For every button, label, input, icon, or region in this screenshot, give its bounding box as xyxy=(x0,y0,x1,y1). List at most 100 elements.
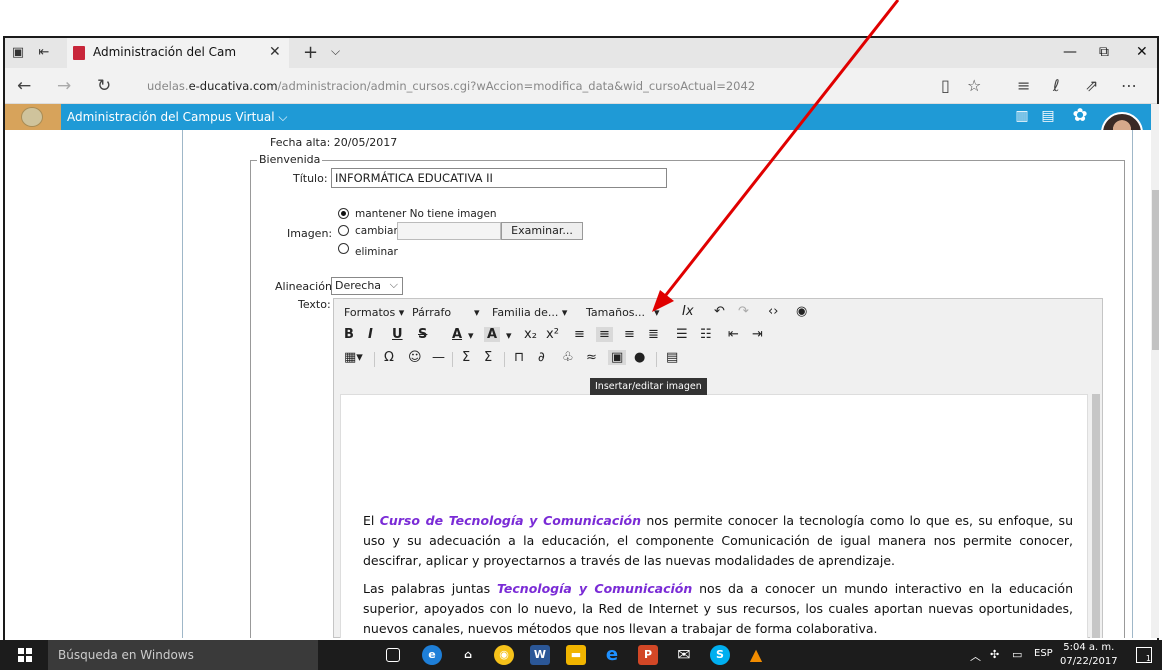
taskbar-clock[interactable]: 5:04 a. m. 07/22/2017 xyxy=(1060,641,1118,669)
superscript-icon[interactable]: x² xyxy=(546,327,559,342)
unlink-icon[interactable]: ♧ xyxy=(562,350,574,365)
formula-icon[interactable]: Σ xyxy=(462,350,470,365)
page-scrollbar-thumb[interactable] xyxy=(1152,190,1159,350)
gear-icon[interactable]: ✿ xyxy=(1071,107,1089,125)
clear-formatting-icon[interactable]: Ix xyxy=(682,304,694,319)
align-right-icon[interactable]: ≡ xyxy=(624,327,635,342)
browse-button[interactable]: Examinar... xyxy=(501,222,583,240)
tab-close-icon[interactable]: ✕ xyxy=(269,44,281,60)
vlc-cone-icon[interactable]: ▲ xyxy=(746,645,766,665)
math-editor-icon[interactable]: Σ xyxy=(484,350,492,365)
media-icon[interactable]: ● xyxy=(634,350,645,365)
subscript-icon[interactable]: x₂ xyxy=(524,327,537,342)
restore-button[interactable]: ⧉ xyxy=(1099,44,1109,60)
preview-eye-icon[interactable]: ◉ xyxy=(796,304,807,319)
briefcase-icon[interactable]: ▤ xyxy=(1039,107,1057,125)
bookmark-icon[interactable]: ⊓ xyxy=(514,350,524,365)
anchor-icon[interactable]: ≈ xyxy=(586,350,597,365)
campus-logo[interactable] xyxy=(5,104,61,130)
app-title-menu[interactable]: Administración del Campus Virtual ⌵ xyxy=(67,110,288,125)
p1-lead: El xyxy=(363,513,380,528)
table-icon[interactable]: ▦▾ xyxy=(344,350,363,365)
page-scrollbar[interactable] xyxy=(1151,104,1159,638)
close-window-button[interactable]: ✕ xyxy=(1136,44,1148,60)
redo-icon[interactable]: ↷ xyxy=(738,304,749,319)
more-options-icon[interactable]: ⋯ xyxy=(1121,76,1137,95)
powerpoint-icon[interactable]: P xyxy=(638,645,658,665)
source-code-icon[interactable]: ‹› xyxy=(768,304,778,319)
horizontal-line-icon[interactable]: — xyxy=(432,350,445,365)
editor-scrollbar-thumb[interactable] xyxy=(1092,394,1100,638)
background-color-icon[interactable]: A xyxy=(484,327,501,342)
numbered-list-icon[interactable]: ☷ xyxy=(700,327,712,342)
template-icon[interactable]: ▤ xyxy=(666,350,678,365)
set-aside-tabs-icon[interactable]: ⇤ xyxy=(35,44,53,62)
refresh-icon[interactable]: ↻ xyxy=(97,76,111,96)
outdent-icon[interactable]: ⇤ xyxy=(728,327,739,342)
alineacion-select[interactable]: Derecha ⌵ xyxy=(331,277,403,295)
link-icon[interactable]: ∂ xyxy=(538,350,545,365)
align-justify-icon[interactable]: ≣ xyxy=(648,327,659,342)
tamanos-menu[interactable]: Tamaños... xyxy=(586,306,645,319)
task-view-icon[interactable] xyxy=(386,648,400,662)
tab-list-chevron-icon[interactable]: ⌵ xyxy=(331,44,340,59)
file-path-field[interactable] xyxy=(397,222,501,240)
windows-search-box[interactable]: Búsqueda en Windows xyxy=(48,640,318,670)
undo-icon[interactable]: ↶ xyxy=(714,304,725,319)
tab-preview-icon[interactable]: ▣ xyxy=(9,44,27,62)
strikethrough-icon[interactable]: S xyxy=(418,327,427,342)
radio-eliminar[interactable] xyxy=(338,243,349,254)
bullet-list-icon[interactable]: ☰ xyxy=(676,327,688,342)
underline-icon[interactable]: U xyxy=(392,327,403,342)
forward-arrow-icon[interactable]: → xyxy=(57,76,71,96)
action-center-icon[interactable]: 1 xyxy=(1136,647,1152,663)
editor-toolbar-row-1: Formatos ▾ Párrafo ▾ Familia de... ▾ Tam… xyxy=(334,303,1102,325)
url-prefix: udelas. xyxy=(147,79,189,93)
parrafo-menu[interactable]: Párrafo xyxy=(412,306,451,319)
favorite-star-icon[interactable]: ☆ xyxy=(967,76,981,95)
store-bag-icon[interactable]: ⌂ xyxy=(458,645,478,665)
windows-start-icon[interactable] xyxy=(18,648,32,662)
italic-icon[interactable]: I xyxy=(368,327,373,342)
share-icon[interactable]: ⇗ xyxy=(1085,76,1098,95)
align-left-icon[interactable]: ≡ xyxy=(574,327,585,342)
editor-content-area[interactable]: El Curso de Tecnología y Comunicación no… xyxy=(340,394,1088,638)
indent-icon[interactable]: ⇥ xyxy=(752,327,763,342)
insert-image-icon[interactable]: ▣ xyxy=(608,350,627,365)
browser-tab[interactable]: Administración del Cam ✕ xyxy=(67,38,289,68)
radio-cambiar[interactable] xyxy=(338,225,349,236)
formatos-menu[interactable]: Formatos ▾ xyxy=(344,306,404,319)
internet-explorer-icon[interactable]: e xyxy=(602,645,622,665)
mail-icon[interactable]: ✉ xyxy=(674,645,694,665)
familia-menu[interactable]: Familia de... ▾ xyxy=(492,306,567,319)
new-tab-button[interactable]: + xyxy=(303,42,318,63)
align-center-icon[interactable]: ≡ xyxy=(596,327,613,342)
minimize-button[interactable]: — xyxy=(1063,44,1077,60)
titulo-input[interactable]: INFORMÁTICA EDUCATIVA II xyxy=(331,168,667,188)
reading-view-icon[interactable]: ▯ xyxy=(941,76,950,95)
hub-icon[interactable]: ≡ xyxy=(1017,76,1030,95)
url-field[interactable]: udelas.e-ducativa.com/administracion/adm… xyxy=(147,79,755,93)
battery-icon[interactable]: ▭ xyxy=(1012,648,1022,661)
back-arrow-icon[interactable]: ← xyxy=(17,76,31,96)
chrome-icon[interactable]: ◉ xyxy=(494,645,514,665)
tray-chevron-icon[interactable]: ︿ xyxy=(970,648,981,664)
tamanos-chevron-icon[interactable]: ▾ xyxy=(654,306,660,319)
radio-mantener[interactable] xyxy=(338,208,349,219)
book-icon[interactable]: ▥ xyxy=(1013,107,1031,125)
skype-icon[interactable]: S xyxy=(710,645,730,665)
parrafo-chevron-icon[interactable]: ▾ xyxy=(474,306,480,319)
network-icon[interactable]: ✣ xyxy=(990,648,999,661)
web-note-icon[interactable]: ℓ xyxy=(1053,76,1060,95)
background-color-chevron-icon[interactable]: ▾ xyxy=(506,329,512,342)
special-character-icon[interactable]: Ω xyxy=(384,350,394,365)
text-color-icon[interactable]: A xyxy=(452,327,462,342)
emoticon-icon[interactable]: ☺ xyxy=(408,350,422,365)
text-color-chevron-icon[interactable]: ▾ xyxy=(468,329,474,342)
edge-browser-icon[interactable]: e xyxy=(422,645,442,665)
bold-icon[interactable]: B xyxy=(344,327,354,342)
word-icon[interactable]: W xyxy=(530,645,550,665)
language-indicator[interactable]: ESP xyxy=(1034,648,1053,659)
right-column-divider xyxy=(1132,130,1133,638)
file-explorer-icon[interactable]: ▬ xyxy=(566,645,586,665)
